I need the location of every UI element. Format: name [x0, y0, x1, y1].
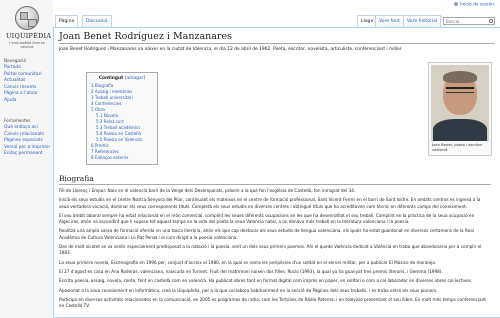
nav-tools: Ferramentes Què enllaça ací Canvis relac… — [0, 118, 53, 158]
table-of-contents: Contingut [amagar] 1 Biografia 2 Assaig … — [86, 72, 158, 165]
body-paragraph: La seua primera novela, Escenografia en … — [59, 259, 437, 265]
article-body: Biografia Fill de Llorenç i Empar. Naix … — [59, 174, 491, 312]
tab-history[interactable]: Vore historial — [403, 15, 442, 27]
portrait-glasses — [446, 87, 474, 93]
nav-item-ajuda[interactable]: Ajuda — [4, 98, 53, 105]
nav-portal: Navegació Portada Portal comunitari Actu… — [0, 58, 53, 104]
toc-item[interactable]: 8 Enllaços externs — [91, 155, 153, 161]
body-paragraph: Participa en diversos activitats relacio… — [59, 296, 486, 309]
body-paragraph: Apasionat a la seua coneiximent en infor… — [59, 287, 438, 293]
logo-tagline: L'enciclopèdia lliure en valencià — [9, 40, 45, 49]
user-icon — [454, 2, 459, 6]
toc-heading: Contingut [amagar] — [98, 76, 146, 81]
login-link[interactable]: Inicio de sesión — [454, 2, 494, 8]
nav-heading: Navegació — [4, 58, 27, 63]
tools-item-permalink[interactable]: Enllaç permanent — [4, 151, 53, 158]
body-paragraph: Fill de Llorenç i Empar. Naix en el vale… — [59, 188, 356, 193]
infobox: Joan Benet, poeta i escritor valencià — [428, 62, 492, 156]
tab-page[interactable]: Pàgina — [55, 15, 79, 27]
toc-toggle[interactable]: [amagar] — [125, 76, 145, 81]
body-paragraph: Realitzà una ampla xarxa de formació ofe… — [59, 228, 474, 240]
sidebar: UIQUIPÈDIA L'enciclopèdia lliure en vale… — [0, 0, 53, 318]
portrait-shirt — [433, 119, 487, 141]
body-paragraph: Des de molt xicotet se va sentir especia… — [59, 244, 482, 256]
body-paragraph: Escrita poesia, assaig, novela, conte, f… — [59, 278, 473, 284]
body-paragraph: El 27 d'agost es casa en Ana Roderas, va… — [59, 268, 443, 274]
tab-discussion[interactable]: Discussió — [82, 15, 112, 27]
search-input[interactable] — [443, 17, 495, 25]
page-title: Joan Benet Rodríguez i Manzanares — [59, 31, 495, 44]
site-logo[interactable]: UIQUIPÈDIA L'enciclopèdia lliure en vale… — [6, 6, 52, 49]
body-paragraph: Inicià els seus estudis en el centre Nos… — [59, 197, 481, 209]
article-content: Joan Benet Rodríguez i Manzanares Joan B… — [53, 27, 500, 318]
section-heading-biografia: Biografia — [59, 174, 491, 185]
portrait-photo[interactable] — [431, 65, 489, 141]
portrait-hair — [443, 71, 477, 83]
puzzle-globe-icon — [15, 6, 39, 30]
photo-caption: Joan Benet, poeta i escritor valencià — [432, 143, 483, 152]
tab-view-source[interactable]: Vore font — [375, 15, 404, 27]
personal-tools: Inicio de sesión — [454, 2, 494, 8]
intro-paragraph: Joan Benet Rodríguez i Manzanares va nài… — [59, 47, 402, 52]
body-paragraph: El seu àmbit laboral sempre ha estat rel… — [59, 212, 475, 225]
search-icon[interactable] — [489, 19, 493, 23]
logo-wordmark: UIQUIPÈDIA — [6, 32, 52, 40]
tools-heading: Ferramentes — [4, 118, 31, 123]
